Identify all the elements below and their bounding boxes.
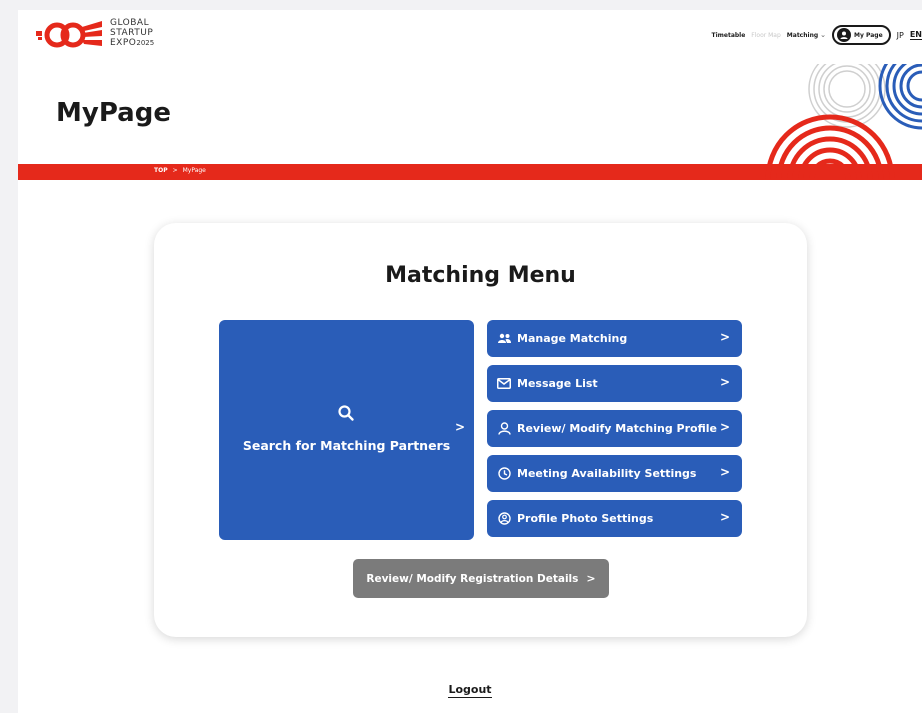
nav-my-page-label: My Page xyxy=(854,31,883,39)
lang-en[interactable]: EN xyxy=(909,30,922,40)
site-logo[interactable]: GLOBAL STARTUP EXPO2025 xyxy=(36,18,154,48)
envelope-icon xyxy=(497,377,511,391)
breadcrumb-top-link[interactable]: TOP xyxy=(154,167,168,174)
logo-text: GLOBAL STARTUP EXPO2025 xyxy=(110,18,154,48)
matching-menu-title: Matching Menu xyxy=(385,263,576,288)
chevron-right-icon: > xyxy=(719,420,730,434)
search-matching-partners-button[interactable]: Search for Matching Partners > xyxy=(219,320,474,540)
chevron-right-icon: > xyxy=(586,572,596,585)
users-icon xyxy=(497,332,511,346)
search-matching-partners-label: Search for Matching Partners xyxy=(242,438,451,453)
nav-my-page-button[interactable]: My Page xyxy=(832,25,891,45)
logout-link[interactable]: Logout xyxy=(448,683,492,698)
menu-item-meeting-availability-settings[interactable]: Meeting Availability Settings > xyxy=(487,455,742,492)
menu-item-label: Review/ Modify Matching Profile xyxy=(517,422,717,435)
menu-item-label: Manage Matching xyxy=(517,332,628,345)
logo-line-2: STARTUP xyxy=(110,28,154,38)
chevron-right-icon: > xyxy=(455,420,466,434)
main-nav: Timetable Floor Map Matching ⌄ My Page JP… xyxy=(705,22,922,48)
menu-item-label: Meeting Availability Settings xyxy=(517,467,697,480)
logo-line-3: EXPO2025 xyxy=(110,38,155,48)
nav-matching-label: Matching xyxy=(786,32,819,39)
review-modify-registration-label: Review/ Modify Registration Details xyxy=(366,572,579,585)
search-icon xyxy=(338,405,354,421)
chevron-right-icon: > xyxy=(719,375,730,389)
breadcrumb: TOP > MyPage xyxy=(154,167,206,174)
lang-jp[interactable]: JP xyxy=(897,31,904,40)
menu-item-review-modify-matching-profile[interactable]: Review/ Modify Matching Profile > xyxy=(487,410,742,447)
breadcrumb-current: MyPage xyxy=(182,167,206,174)
menu-item-label: Profile Photo Settings xyxy=(517,512,654,525)
nav-timetable[interactable]: Timetable xyxy=(711,32,745,39)
page: GLOBAL STARTUP EXPO2025 Timetable Floor … xyxy=(18,10,922,713)
page-title: MyPage xyxy=(56,98,171,128)
decorative-arcs-graphic xyxy=(765,54,922,179)
gse-logo-icon xyxy=(36,21,102,48)
menu-item-manage-matching[interactable]: Manage Matching > xyxy=(487,320,742,357)
user-icon xyxy=(497,422,511,436)
breadcrumb-separator: > xyxy=(172,167,178,174)
menu-item-message-list[interactable]: Message List > xyxy=(487,365,742,402)
logo-line-1: GLOBAL xyxy=(110,18,150,28)
nav-floor-map[interactable]: Floor Map xyxy=(751,32,781,39)
menu-item-label: Message List xyxy=(517,377,598,390)
logo-year: 2025 xyxy=(136,39,155,47)
user-icon xyxy=(837,28,852,42)
chevron-down-icon: ⌄ xyxy=(820,31,827,39)
matching-menu-list: Manage Matching > Message List > Review/… xyxy=(487,320,742,545)
site-header: GLOBAL STARTUP EXPO2025 Timetable Floor … xyxy=(18,10,922,64)
logout-container: Logout xyxy=(18,678,922,698)
clock-icon xyxy=(497,467,511,481)
chevron-right-icon: > xyxy=(719,330,730,344)
review-modify-registration-button[interactable]: Review/ Modify Registration Details > xyxy=(353,559,609,598)
nav-matching[interactable]: Matching ⌄ xyxy=(787,31,826,39)
menu-item-profile-photo-settings[interactable]: Profile Photo Settings > xyxy=(487,500,742,537)
chevron-right-icon: > xyxy=(719,465,730,479)
matching-menu-card: Matching Menu Search for Matching Partne… xyxy=(154,223,807,637)
chevron-right-icon: > xyxy=(719,510,730,524)
user-circle-icon xyxy=(497,512,511,526)
